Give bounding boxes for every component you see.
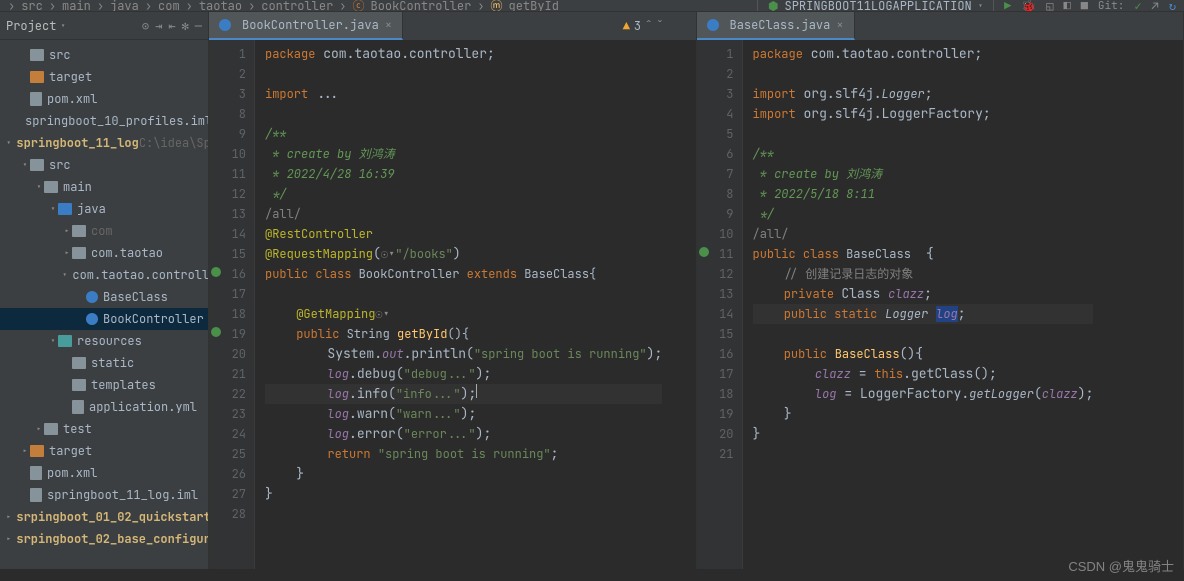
tree-row[interactable]: ▸com <box>0 220 208 242</box>
collapse-icon[interactable]: ⇤ <box>168 18 175 34</box>
next-highlight-icon[interactable]: ˇ <box>656 18 663 34</box>
editor-tabs-right: BaseClass.java × <box>697 12 1184 40</box>
close-icon[interactable]: × <box>836 17 843 33</box>
tree-row[interactable]: ▾springboot_11_log C:\idea\SpringBoot <box>0 132 208 154</box>
stop-icon[interactable]: ■ <box>1081 0 1088 12</box>
circle-icon <box>86 291 98 303</box>
editor-pane-right: BaseClass.java × 12345678910111213141516… <box>697 12 1184 569</box>
tree-row[interactable]: ▾resources <box>0 330 208 352</box>
tree-row[interactable]: ▸srpingboot_01_02_quickstart C:\idea\S <box>0 506 208 528</box>
folder-icon <box>72 379 86 391</box>
folder-icon <box>30 49 44 61</box>
circle-icon <box>86 313 98 325</box>
tree-row[interactable]: BaseClass <box>0 286 208 308</box>
file-icon <box>72 400 84 414</box>
folder-icon <box>44 181 58 193</box>
debug-icon[interactable]: 🐞 <box>1021 0 1036 12</box>
tree-row[interactable]: ▾src <box>0 154 208 176</box>
tree-row[interactable]: ▸test <box>0 418 208 440</box>
tab-label: BaseClass.java <box>730 17 831 33</box>
prev-highlight-icon[interactable]: ˆ <box>645 18 652 34</box>
tree-row[interactable]: target <box>0 66 208 88</box>
push-icon[interactable]: ↗ <box>1152 0 1159 12</box>
sidebar-title[interactable]: Project▾ <box>6 18 66 34</box>
class-icon <box>219 19 231 31</box>
tree-row[interactable]: ▾com.taotao.controller <box>0 264 208 286</box>
tree-row[interactable]: pom.xml <box>0 462 208 484</box>
warning-icon: ▲ <box>623 18 630 34</box>
tab-bookcontroller[interactable]: BookController.java × <box>209 12 403 40</box>
update-icon[interactable]: ↻ <box>1169 0 1176 12</box>
folder-icon <box>72 357 86 369</box>
code-area-left[interactable]: 1238910111213141516171819202122232425262… <box>209 40 696 569</box>
folder-icon <box>72 225 86 237</box>
class-icon <box>707 19 719 31</box>
tree-row[interactable]: ▾java <box>0 198 208 220</box>
coverage-icon[interactable]: ◱ <box>1046 0 1053 12</box>
gutter-left[interactable]: 1238910111213141516171819202122232425262… <box>209 40 255 569</box>
profile-icon[interactable]: ◧ <box>1064 0 1071 12</box>
file-icon <box>30 488 42 502</box>
settings-icon[interactable]: ✻ <box>182 18 189 34</box>
file-icon <box>30 466 42 480</box>
folder-icon <box>58 335 72 347</box>
gutter-right[interactable]: 123456789101112131415161718192021 <box>697 40 743 569</box>
top-toolbar: ›src›main›java›com›taotao›controller›ⓒBo… <box>0 0 1184 12</box>
folder-icon <box>72 247 86 259</box>
tree-row[interactable]: ▸com.taotao <box>0 242 208 264</box>
commit-icon[interactable]: ✓ <box>1134 0 1141 12</box>
tree-row[interactable]: springboot_10_profiles.iml <box>0 110 208 132</box>
sidebar-header: Project▾ ⊙ ⇥ ⇤ ✻ — <box>0 12 208 40</box>
tree-row[interactable]: src <box>0 44 208 66</box>
file-icon <box>30 92 42 106</box>
tab-baseclass[interactable]: BaseClass.java × <box>697 12 855 40</box>
expand-icon[interactable]: ⇥ <box>155 18 162 34</box>
tree-row[interactable]: ▸target <box>0 440 208 462</box>
git-label: Git: <box>1098 0 1124 12</box>
folder-icon <box>58 203 72 215</box>
tree-row[interactable]: pom.xml <box>0 88 208 110</box>
folder-icon <box>30 159 44 171</box>
tree-row[interactable]: BookController <box>0 308 208 330</box>
folder-icon <box>30 71 44 83</box>
watermark: CSDN @鬼鬼骑士 <box>1068 556 1174 575</box>
warning-count: 3 <box>634 18 641 34</box>
select-opened-icon[interactable]: ⊙ <box>142 18 149 34</box>
tree-row[interactable]: springboot_11_log.iml <box>0 484 208 506</box>
run-config-selector[interactable]: ⬢SPRINGBOOT11LOGAPPLICATION▾ <box>757 0 994 12</box>
close-icon[interactable]: × <box>385 17 392 33</box>
tree-row[interactable]: ▾main <box>0 176 208 198</box>
run-icon[interactable]: ▶ <box>1004 0 1011 12</box>
project-tool-window: Project▾ ⊙ ⇥ ⇤ ✻ — srctargetpom.xmlsprin… <box>0 12 209 569</box>
tab-label: BookController.java <box>242 17 379 33</box>
code-area-right[interactable]: 123456789101112131415161718192021 packag… <box>697 40 1184 569</box>
tree-row[interactable]: static <box>0 352 208 374</box>
tree-row[interactable]: templates <box>0 374 208 396</box>
tree-row[interactable]: application.yml <box>0 396 208 418</box>
project-tree[interactable]: srctargetpom.xmlspringboot_10_profiles.i… <box>0 40 208 554</box>
breadcrumb[interactable]: ›src›main›java›com›taotao›controller›ⓒBo… <box>8 0 559 12</box>
tree-row[interactable]: ▸srpingboot_02_base_configuration C:\ <box>0 528 208 550</box>
inspection-badge[interactable]: ▲ 3 ˆ ˇ <box>623 18 664 34</box>
editor-pane-left: BookController.java × ▲ 3 ˆ ˇ 1238910111… <box>209 12 697 569</box>
folder-icon <box>30 445 44 457</box>
hide-icon[interactable]: — <box>195 18 202 34</box>
folder-icon <box>44 423 58 435</box>
